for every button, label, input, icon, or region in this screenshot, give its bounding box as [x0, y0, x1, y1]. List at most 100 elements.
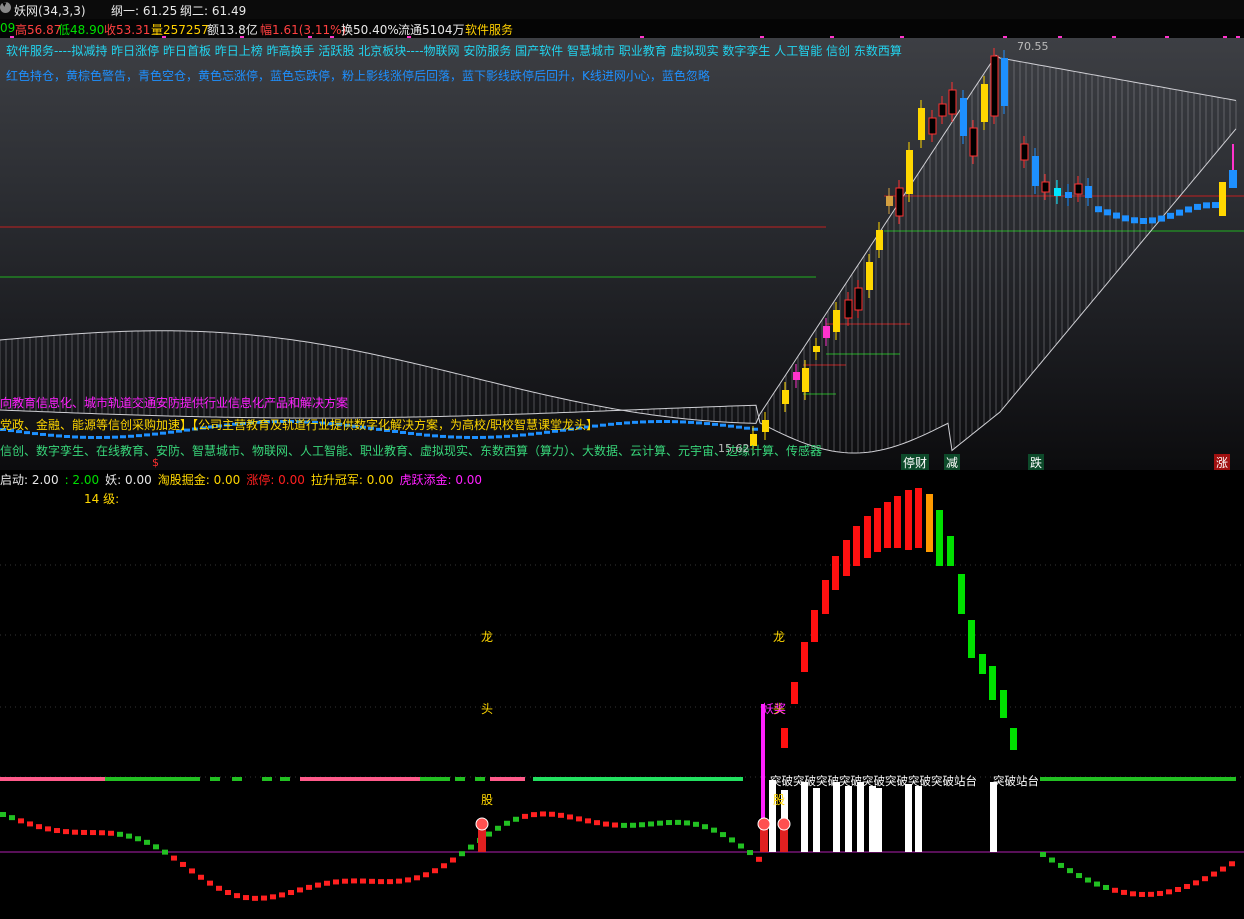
oscillator-dot	[549, 811, 555, 817]
oscillator-dot	[540, 811, 546, 817]
status-strip-green	[105, 777, 200, 781]
oscillator-dot	[756, 856, 762, 862]
indicator-canvas	[0, 488, 1244, 901]
candle	[793, 372, 800, 380]
oscillator-dot	[0, 812, 6, 817]
oscillator-dot	[279, 892, 285, 898]
candle	[762, 420, 769, 432]
status-strip-pink	[0, 777, 105, 781]
candle	[823, 326, 830, 338]
candle	[120, 435, 126, 439]
candle	[906, 150, 913, 194]
oscillator-dot	[441, 863, 447, 869]
oscillator-dot	[396, 878, 402, 884]
histogram-bar	[915, 488, 922, 548]
oscillator-dot	[702, 824, 708, 830]
candle	[1176, 209, 1183, 216]
status-strip-pink	[300, 777, 420, 781]
breakout-label-single: 突破站台	[993, 774, 1039, 788]
candle	[1020, 143, 1029, 161]
pillar-marker	[760, 828, 768, 852]
status-strip-dash	[475, 777, 485, 781]
oscillator-dot	[675, 819, 681, 825]
oscillator-dot	[1157, 890, 1163, 896]
oscillator-dot	[1193, 880, 1199, 886]
oscillator-dot	[603, 821, 609, 827]
pulse-star-label: 妖奖	[762, 702, 787, 716]
candle	[528, 432, 534, 436]
oscillator-dot	[342, 878, 348, 884]
histogram-bar	[989, 666, 996, 700]
candle	[736, 425, 742, 429]
open-tail: 09	[0, 21, 16, 35]
candle	[640, 420, 646, 424]
tag-reduce[interactable]: 减	[944, 454, 961, 470]
candle	[981, 84, 988, 122]
candle	[886, 196, 893, 206]
candle	[112, 435, 118, 439]
candle	[813, 346, 820, 352]
oscillator-dot	[297, 887, 303, 893]
histogram-bar	[926, 494, 933, 552]
candle	[866, 262, 873, 290]
candle	[432, 434, 438, 438]
legend-line: 红色持仓，黄棕色警告，青色空仓，黄色忘涨停，蓝色忘跌停，粉上影线涨停后回落，蓝下…	[6, 69, 710, 83]
candle	[672, 420, 678, 424]
breakout-bar	[915, 786, 922, 852]
candle	[152, 432, 158, 436]
candle	[128, 434, 134, 438]
histogram-bar	[843, 540, 850, 576]
stock-char-2: 股	[773, 793, 786, 807]
candle	[608, 422, 614, 426]
breakout-bar	[869, 786, 876, 852]
candle	[64, 435, 70, 439]
oscillator-dot	[180, 861, 186, 867]
indicator-name[interactable]: 妖网(34,3,3)	[14, 2, 86, 19]
oscillator-dot	[468, 844, 474, 850]
candle	[1122, 215, 1129, 222]
indicator-panel[interactable]: 启动: 2.00: 2.00 妖: 0.00 淘股掘金: 0.00 涨停: 0.00 拉…	[0, 470, 1244, 919]
chevron-down-icon: ▾	[2, 0, 7, 10]
concept-line[interactable]: 软件服务----拟减持 昨日涨停 昨日首板 昨日上榜 昨高换手 活跃股 北京板块…	[6, 42, 902, 59]
tag-stop-finance[interactable]: 停财	[901, 454, 930, 470]
histogram-bar	[979, 654, 986, 674]
candle	[488, 435, 494, 439]
candle	[96, 435, 102, 439]
oscillator-dot	[567, 814, 573, 820]
stock-char-1: 股	[481, 793, 494, 807]
histogram-bar	[874, 508, 881, 552]
tag-fall[interactable]: 跌	[1028, 454, 1045, 470]
oscillator-dot	[612, 822, 618, 828]
candle	[512, 434, 518, 438]
oscillator-dot	[351, 878, 357, 884]
breakout-labels: 突破突破突破突破突破突破突破突破站台	[770, 774, 977, 788]
oscillator-dot	[630, 822, 636, 828]
taogu-value: 淘股掘金: 0.00	[157, 473, 241, 487]
histogram-bar	[894, 496, 901, 548]
oscillator-dot	[324, 880, 330, 886]
oscillator-dot	[1085, 877, 1091, 883]
oscillator-dot	[423, 872, 429, 878]
oscillator-dot	[1049, 857, 1055, 863]
price-chart-panel[interactable]: 软件服务----拟减持 昨日涨停 昨日首板 昨日上榜 昨高换手 活跃股 北京板块…	[0, 38, 1244, 470]
candle	[1065, 192, 1072, 198]
status-strip-dash	[455, 777, 465, 781]
oscillator-dot	[1211, 871, 1217, 877]
histogram-bar	[1000, 690, 1007, 718]
candle	[833, 310, 840, 332]
breakout-bar	[990, 782, 997, 852]
candle	[648, 420, 654, 424]
oscillator-dot	[621, 822, 627, 828]
candle	[802, 368, 809, 392]
tag-rise[interactable]: 涨	[1214, 454, 1231, 470]
oscillator-dot	[1112, 887, 1118, 893]
oscillator-dot	[405, 877, 411, 883]
oscillator-dot	[1130, 891, 1136, 897]
oscillator-dot	[162, 849, 168, 855]
two-value: : 2.00	[64, 473, 100, 487]
candle	[664, 420, 670, 424]
candle	[990, 55, 999, 117]
oscillator-dot	[288, 890, 294, 896]
candle	[144, 433, 150, 437]
candle	[80, 435, 86, 439]
